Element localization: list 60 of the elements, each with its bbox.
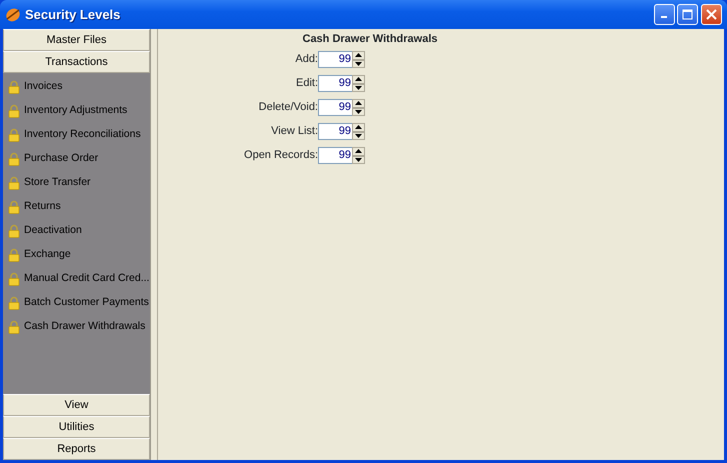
panel-item[interactable]: Purchase Order — [24, 151, 98, 167]
down-arrow-icon — [355, 62, 362, 66]
padlock-icon — [8, 320, 20, 334]
window-title: Security Levels — [25, 6, 120, 24]
maximize-icon — [682, 9, 694, 20]
panel-item[interactable]: Manual Credit Card Cred... — [24, 271, 150, 287]
up-arrow-icon — [355, 149, 362, 154]
spin-up-button[interactable] — [352, 51, 365, 60]
spin-up-button[interactable] — [352, 147, 365, 156]
padlock-icon — [8, 176, 20, 190]
section-header[interactable]: Reports — [3, 438, 150, 460]
panel-item[interactable]: Store Transfer — [24, 175, 91, 191]
up-arrow-icon — [355, 101, 362, 106]
spin-up-button[interactable] — [352, 123, 365, 132]
number-field[interactable]: 99 — [318, 51, 352, 68]
section-header[interactable]: Utilities — [3, 416, 150, 438]
down-arrow-icon — [355, 86, 362, 90]
number-field[interactable]: 99 — [318, 99, 352, 116]
spin-up-button[interactable] — [352, 75, 365, 84]
field-label: Delete/Void: — [258, 100, 318, 116]
up-arrow-icon — [355, 125, 362, 130]
field-label: Edit: — [294, 76, 318, 92]
padlock-icon — [8, 152, 20, 166]
minimize-button[interactable] — [654, 4, 674, 25]
padlock-icon — [8, 200, 20, 214]
padlock-icon — [8, 224, 20, 238]
panel-item[interactable]: Batch Customer Payments — [24, 295, 149, 311]
close-icon — [706, 9, 717, 20]
panel-item[interactable]: Invoices — [24, 79, 63, 95]
panel-item[interactable]: Exchange — [24, 247, 71, 263]
form-title: Cash Drawer Withdrawals — [302, 32, 438, 47]
close-button[interactable] — [701, 4, 722, 25]
up-arrow-icon — [355, 53, 362, 58]
padlock-icon — [8, 272, 20, 286]
section-header[interactable]: Master Files — [3, 29, 150, 51]
section-header[interactable]: Transactions — [3, 51, 150, 73]
spin-up-button[interactable] — [352, 99, 365, 108]
app-icon — [5, 6, 21, 22]
panel-item[interactable]: Returns — [24, 199, 61, 215]
field-label: Open Records: — [243, 148, 318, 164]
padlock-icon — [8, 104, 20, 118]
panel-item[interactable]: Deactivation — [24, 223, 82, 239]
padlock-icon — [8, 80, 20, 94]
section-header[interactable]: View — [3, 394, 150, 416]
padlock-icon — [8, 296, 20, 310]
up-arrow-icon — [355, 77, 362, 82]
panel-item[interactable]: Cash Drawer Withdrawals — [24, 319, 146, 335]
panel-item[interactable]: Inventory Reconciliations — [24, 127, 141, 143]
down-arrow-icon — [355, 134, 362, 138]
panel-item[interactable]: Inventory Adjustments — [24, 103, 128, 119]
down-arrow-icon — [355, 158, 362, 162]
down-arrow-icon — [355, 110, 362, 114]
maximize-button[interactable] — [677, 4, 698, 25]
number-field[interactable]: 99 — [318, 147, 352, 164]
number-field[interactable]: 99 — [318, 123, 352, 140]
field-label: Add: — [294, 52, 318, 68]
number-field[interactable]: 99 — [318, 75, 352, 92]
padlock-icon — [8, 128, 20, 142]
padlock-icon — [8, 248, 20, 262]
field-label: View List: — [270, 124, 318, 140]
